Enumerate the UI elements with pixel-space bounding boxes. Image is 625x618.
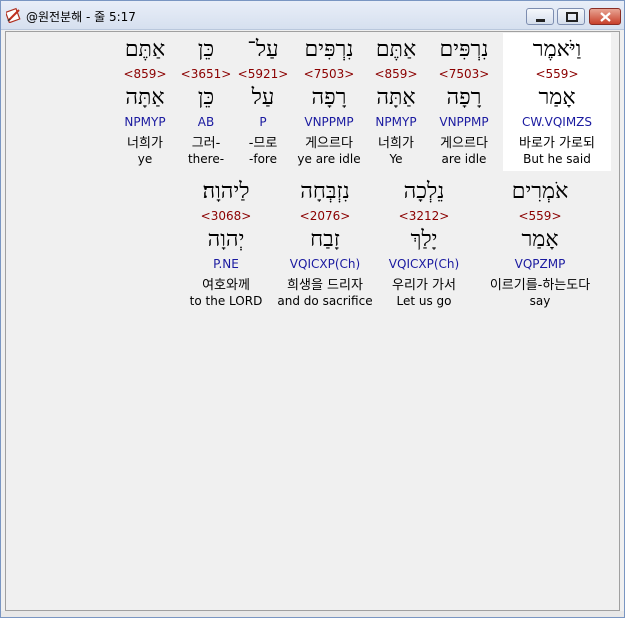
word-column[interactable]: כֵּן <3651> כֵּן AB 그러- there- — [180, 36, 232, 176]
korean-gloss: 바로가 가로되 — [519, 136, 595, 151]
app-window: @원전분해 - 줄 5:17 וַיֹּאמֶר <559> אָמַר CW.… — [0, 0, 625, 618]
korean-gloss: 희생을 드리자 — [287, 278, 363, 293]
strong-number[interactable]: <859> — [116, 67, 174, 81]
word-column[interactable]: נִזְבְּחָה <2076> זָבַח VQICXP(Ch) 희생을 드… — [274, 178, 376, 318]
strong-number[interactable]: <7503> — [296, 67, 362, 81]
hebrew-word: לַיהוָה׃ — [202, 179, 250, 204]
korean-gloss: -므로 — [248, 136, 278, 151]
minimize-button[interactable] — [526, 8, 554, 25]
hebrew-word: אַתֶּם — [124, 37, 166, 62]
morph-code: VQPZMP — [514, 257, 566, 271]
close-button[interactable] — [589, 8, 621, 25]
strong-number[interactable]: <7503> — [431, 67, 497, 81]
maximize-icon — [566, 12, 578, 22]
word-column[interactable]: נִרְפִּים <7503> רָפָה VNPPMP 게으르다 are i… — [431, 36, 497, 176]
strong-number[interactable]: <3212> — [380, 209, 468, 223]
word-column[interactable]: נֵלְכָה <3212> יָלַךְ VQICXP(Ch) 우리가 가서 … — [380, 178, 468, 318]
korean-gloss: 너희가 — [378, 136, 414, 151]
korean-gloss: 그러- — [191, 136, 221, 151]
lemma: יְהוָה — [207, 227, 245, 252]
window-bottom-border — [1, 611, 624, 617]
strong-number[interactable]: <3068> — [186, 209, 266, 223]
word-column[interactable]: אֹמְרִים <559> אָמַר VQPZMP 이르기를-하는도다 sa… — [476, 178, 604, 318]
english-gloss: -fore — [249, 152, 277, 166]
word-column[interactable]: לַיהוָה׃ <3068> יְהוָה P.NE 여호와께 to the … — [186, 178, 266, 318]
korean-gloss: 우리가 가서 — [392, 278, 456, 293]
korean-gloss: 게으르다 — [305, 136, 353, 151]
lemma: יָלַךְ — [410, 227, 438, 252]
maximize-button[interactable] — [557, 8, 585, 25]
hebrew-word: נִזְבְּחָה — [300, 179, 350, 204]
hebrew-word: כֵּן — [197, 37, 215, 62]
analysis-pane[interactable]: וַיֹּאמֶר <559> אָמַר CW.VQIMZS 바로가 가로되 … — [5, 31, 620, 611]
word-column[interactable]: עַל־ <5921> עַל P -므로 -fore — [237, 36, 289, 176]
hebrew-word: נֵלְכָה — [403, 179, 445, 204]
english-gloss: Ye — [389, 152, 403, 166]
english-gloss: to the LORD — [189, 294, 263, 308]
minimize-icon — [536, 19, 545, 22]
book-pencil-icon — [6, 7, 21, 23]
word-column[interactable]: נִרְפִּים <7503> רָפָה VNPPMP 게으르다 ye ar… — [296, 36, 362, 176]
english-gloss: are idle — [441, 152, 487, 166]
lemma: אַתָּה — [376, 85, 416, 110]
strong-number[interactable]: <559> — [503, 67, 611, 81]
morph-code: VQICXP(Ch) — [289, 257, 361, 271]
hebrew-word: אַתֶּם — [375, 37, 417, 62]
lemma: אָמַר — [538, 85, 576, 110]
strong-number[interactable]: <2076> — [274, 209, 376, 223]
close-icon — [600, 12, 611, 22]
morph-code: NPMYP — [375, 115, 417, 129]
window-title: @원전분해 - 줄 5:17 — [26, 10, 136, 24]
lemma: רָפָה — [311, 85, 347, 110]
lemma: זָבַח — [310, 227, 340, 252]
korean-gloss: 너희가 — [127, 136, 163, 151]
morph-code: VNPPMP — [439, 115, 489, 129]
english-gloss: But he said — [523, 152, 591, 166]
word-column[interactable]: אַתֶּם <859> אַתָּה NPMYP 너희가 ye — [116, 36, 174, 176]
word-column[interactable]: וַיֹּאמֶר <559> אָמַר CW.VQIMZS 바로가 가로되 … — [503, 36, 611, 176]
lemma: רָפָה — [446, 85, 482, 110]
morph-code: P — [259, 115, 267, 129]
lemma: כֵּן — [197, 85, 215, 110]
morph-code: CW.VQIMZS — [521, 115, 593, 129]
english-gloss: and do sacrifice — [277, 294, 373, 308]
korean-gloss: 이르기를-하는도다 — [489, 278, 591, 293]
english-gloss: Let us go — [396, 294, 452, 308]
hebrew-word: אֹמְרִים — [511, 179, 569, 204]
lemma: אַתָּה — [125, 85, 165, 110]
lemma: עַל — [251, 85, 275, 110]
word-column[interactable]: אַתֶּם <859> אַתָּה NPMYP 너희가 Ye — [368, 36, 424, 176]
morph-code: VQICXP(Ch) — [388, 257, 460, 271]
english-gloss: there- — [187, 152, 225, 166]
hebrew-word: עַל־ — [247, 37, 279, 62]
english-gloss: ye are idle — [297, 152, 361, 166]
hebrew-word: וַיֹּאמֶר — [532, 37, 582, 62]
hebrew-word: נִרְפִּים — [439, 37, 489, 62]
korean-gloss: 게으르다 — [440, 136, 488, 151]
korean-gloss: 여호와께 — [202, 278, 250, 293]
strong-number[interactable]: <5921> — [237, 67, 289, 81]
morph-code: NPMYP — [124, 115, 166, 129]
morph-code: AB — [197, 115, 215, 129]
strong-number[interactable]: <3651> — [180, 67, 232, 81]
english-gloss: ye — [137, 152, 153, 166]
english-gloss: say — [529, 294, 551, 308]
strong-number[interactable]: <859> — [368, 67, 424, 81]
hebrew-word: נִרְפִּים — [304, 37, 354, 62]
morph-code: VNPPMP — [304, 115, 354, 129]
lemma: אָמַר — [521, 227, 559, 252]
title-bar[interactable]: @원전분해 - 줄 5:17 — [1, 1, 624, 30]
morph-code: P.NE — [213, 257, 239, 271]
strong-number[interactable]: <559> — [476, 209, 604, 223]
